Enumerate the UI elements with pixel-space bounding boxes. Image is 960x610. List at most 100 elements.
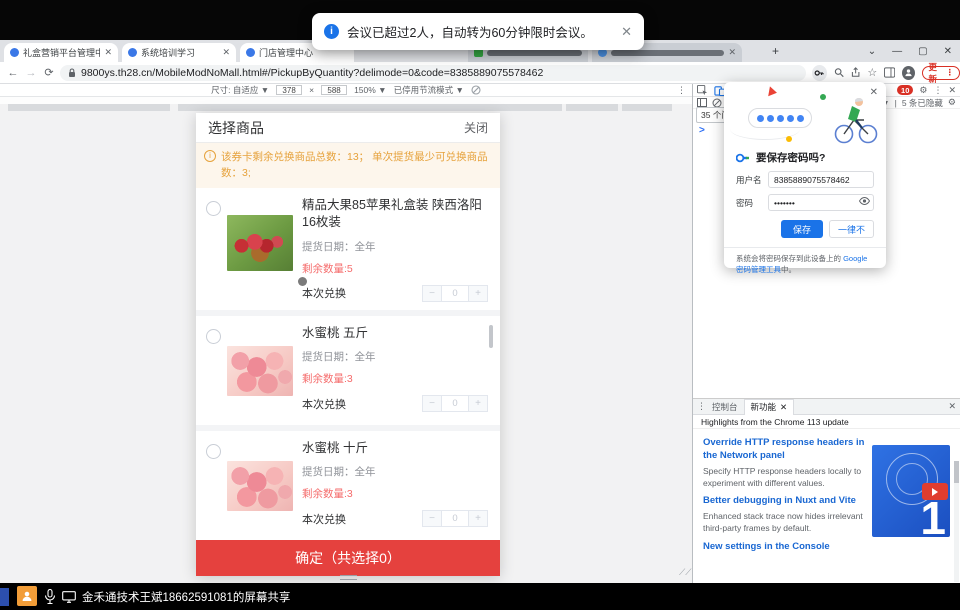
article-body: Specify HTTP response headers locally to…	[703, 466, 871, 490]
tab-close-icon[interactable]: ✕	[780, 402, 787, 413]
quantity-stepper: − 0 +	[422, 395, 488, 412]
error-count-badge[interactable]: 10	[897, 85, 913, 95]
zoom-icon[interactable]	[834, 67, 844, 78]
product-info: 水蜜桃 十斤 提货日期：全年 剩余数量:3 本次兑换 − 0 +	[293, 440, 488, 532]
pickup-date: 提货日期：全年	[302, 349, 488, 364]
stepper-plus-button[interactable]: +	[468, 285, 488, 302]
password-title-row: 要保存密码吗?	[736, 150, 874, 165]
tab-close-icon[interactable]: ✕	[104, 47, 112, 58]
back-icon[interactable]: ←	[4, 67, 22, 79]
stepper-minus-button[interactable]: −	[422, 285, 442, 302]
drawer-menu-icon[interactable]: ⋮	[697, 401, 706, 412]
drawer-scrollbar[interactable]	[954, 461, 959, 582]
throttle-select[interactable]: 已停用节流模式 ▼	[394, 84, 464, 96]
chrome-113-promo-image[interactable]: 1	[872, 445, 950, 537]
password-label: 密码	[736, 197, 762, 209]
device-size-select[interactable]: 尺寸: 自适应 ▼	[211, 84, 269, 96]
tab-whatsnew[interactable]: 新功能 ✕	[744, 399, 795, 415]
tab-title: 系统培训学习	[141, 46, 195, 59]
taskbar-icon-sliver	[0, 588, 9, 606]
devtools-menu-icon[interactable]: ⋮	[933, 85, 942, 96]
apples-image	[227, 215, 293, 271]
article-link[interactable]: Better debugging in Nuxt and Vite	[703, 495, 871, 508]
dialog-close-button[interactable]: 关闭	[464, 119, 488, 136]
kebab-menu-icon[interactable]: ⋮	[946, 67, 955, 78]
stepper-value[interactable]: 0	[442, 510, 468, 527]
viewport-resize-handle[interactable]: ⟋⟋	[679, 567, 692, 578]
devtools-settings-icon[interactable]: ⚙	[919, 85, 927, 96]
toast-close-icon[interactable]: ✕	[621, 24, 632, 40]
password-key-icon[interactable]	[812, 65, 827, 81]
inspect-icon[interactable]	[697, 85, 708, 96]
viewport-width-input[interactable]	[276, 85, 302, 95]
whatsnew-body: Override HTTP response headers in the Ne…	[693, 429, 960, 582]
reload-icon[interactable]: ⟳	[40, 66, 58, 79]
clear-console-icon[interactable]	[712, 98, 722, 108]
emulated-page: 选择商品 关闭 i 该券卡剩余兑换商品总数：13； 单次提货最少可兑换商品数：3…	[0, 97, 692, 583]
zoom-select[interactable]: 150% ▼	[354, 85, 387, 95]
minimize-icon[interactable]: —	[892, 46, 902, 57]
meet-chevron-icon[interactable]: ⌄	[868, 46, 876, 57]
tab-console-drawer[interactable]: 控制台	[712, 401, 738, 413]
quota-notice: i 该券卡剩余兑换商品总数：13； 单次提货最少可兑换商品数：3;	[196, 143, 500, 188]
device-toolbar-menu-icon[interactable]: ⋮	[677, 85, 686, 96]
maximize-icon[interactable]: ▢	[918, 46, 927, 57]
remaining-count: 剩余数量:3	[302, 371, 488, 386]
save-password-dialog: ✕ 要保存密码吗?	[724, 82, 886, 268]
never-save-button[interactable]: 一律不	[829, 220, 874, 238]
drawer-close-icon[interactable]: ✕	[948, 401, 956, 412]
tab-favicon	[10, 48, 19, 57]
tab-favicon	[128, 48, 137, 57]
article-body: Enhanced stack trace now hides irrelevan…	[703, 511, 871, 535]
username-field[interactable]	[768, 171, 874, 188]
show-password-eye-icon[interactable]	[859, 197, 870, 205]
share-icon[interactable]	[851, 67, 860, 78]
exchange-label: 本次兑换	[302, 396, 346, 412]
product-row-peach-5jin: 水蜜桃 五斤 提货日期：全年 剩余数量:3 本次兑换 − 0 +	[196, 316, 500, 425]
stepper-minus-button[interactable]: −	[422, 395, 442, 412]
info-icon: i	[204, 150, 216, 162]
viewport-scrollbar[interactable]	[489, 325, 493, 348]
devtools-close-icon[interactable]: ✕	[948, 85, 956, 96]
tab-close-icon[interactable]: ✕	[222, 47, 230, 58]
bookmark-star-icon[interactable]: ☆	[867, 66, 877, 79]
profile-avatar[interactable]	[902, 66, 915, 80]
console-prompt[interactable]: >	[699, 125, 705, 136]
tab-training[interactable]: 系统培训学习 ✕	[122, 43, 236, 62]
stepper-plus-button[interactable]: +	[468, 510, 488, 527]
stepper-minus-button[interactable]: −	[422, 510, 442, 527]
quantity-stepper: − 0 +	[422, 285, 488, 302]
article-link[interactable]: New settings in the Console	[703, 541, 871, 554]
chrome-update-button[interactable]: 更新 ⋮	[922, 66, 960, 80]
product-title: 水蜜桃 十斤	[302, 440, 488, 458]
forward-icon[interactable]: →	[22, 67, 40, 79]
omnibox[interactable]: 9800ys.th28.cn/MobileModNoMall.html#/Pic…	[60, 65, 806, 81]
password-dots-bubble	[748, 108, 812, 128]
product-radio[interactable]	[206, 329, 221, 344]
stepper-plus-button[interactable]: +	[468, 395, 488, 412]
cyclist-illustration	[830, 94, 878, 144]
stepper-value[interactable]: 0	[442, 395, 468, 412]
console-sidebar-icon[interactable]	[697, 98, 707, 107]
product-photo	[227, 325, 293, 417]
save-password-button[interactable]: 保存	[781, 220, 823, 238]
password-illustration	[724, 92, 886, 146]
drag-handle[interactable]	[340, 575, 357, 580]
dimmed-header-block	[566, 104, 618, 111]
tab-close-icon[interactable]: ✕	[728, 47, 736, 58]
password-row: 密码	[736, 194, 874, 211]
window-close-icon[interactable]: ✕	[944, 46, 952, 57]
confirm-button[interactable]: 确定（共选择0）	[196, 540, 500, 576]
stepper-value[interactable]: 0	[442, 285, 468, 302]
viewport-height-input[interactable]	[321, 85, 347, 95]
pickup-date: 提货日期：全年	[302, 464, 488, 479]
tab-gift-platform[interactable]: 礼盒营销平台管理中心 ✕	[4, 43, 118, 62]
new-tab-button[interactable]: +	[772, 44, 779, 58]
article-link[interactable]: Override HTTP response headers in the Ne…	[703, 437, 871, 463]
console-settings-icon[interactable]: ⚙	[948, 97, 956, 108]
product-radio[interactable]	[206, 444, 221, 459]
screen-share-bar: 金禾通技术王斌18662591081的屏幕共享	[0, 583, 960, 610]
device-toolbar: 尺寸: 自适应 ▼ × 150% ▼ 已停用节流模式 ▼ ⋮	[0, 84, 692, 97]
product-radio[interactable]	[206, 201, 221, 216]
side-panel-icon[interactable]	[884, 67, 895, 78]
